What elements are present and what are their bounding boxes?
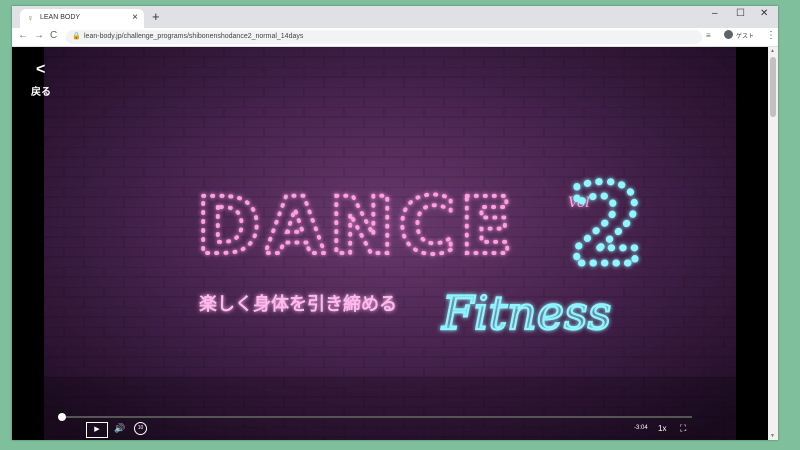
back-nav-icon[interactable]: ← (18, 30, 28, 41)
page-viewport: DANCE Vol 2 楽しく身体を引き締める Fitness < 戻る ▶ 🔊… (12, 47, 768, 440)
back-label: 戻る (31, 87, 51, 98)
scroll-up-icon[interactable]: ▲ (770, 48, 775, 54)
scroll-thumb[interactable] (770, 57, 776, 117)
browser-toolbar: ← → C 🔒 lean-body.jp/challenge_programs/… (12, 28, 778, 47)
new-tab-button[interactable]: + (152, 9, 160, 24)
volume-icon[interactable]: 🔊 (114, 423, 125, 434)
url-text[interactable]: lean-body.jp/challenge_programs/shibonen… (84, 33, 303, 40)
window-close-button[interactable]: ✕ (760, 8, 768, 19)
tab-title: LEAN BODY (40, 14, 81, 21)
address-bar[interactable]: 🔒 lean-body.jp/challenge_programs/shibon… (66, 30, 702, 44)
play-button[interactable]: ▶ (86, 422, 108, 438)
video-artwork: DANCE Vol 2 楽しく身体を引き締める Fitness (44, 47, 736, 440)
progress-knob[interactable] (58, 413, 66, 421)
scroll-down-icon[interactable]: ▼ (770, 433, 775, 439)
tab-close-icon[interactable]: × (132, 12, 138, 23)
time-remaining: -3:04 (634, 425, 648, 431)
profile-label: ゲスト (736, 34, 755, 40)
subtitle-jp: 楽しく身体を引き締める (199, 293, 397, 315)
reload-icon[interactable]: C (50, 30, 57, 41)
video-frame[interactable]: DANCE Vol 2 楽しく身体を引き締める Fitness (44, 47, 736, 440)
tab-lean-body[interactable]: ♀ LEAN BODY × (20, 9, 144, 28)
playback-speed-button[interactable]: 1x (658, 424, 666, 433)
back-button[interactable]: < 戻る (28, 61, 58, 101)
tab-bar: ♀ LEAN BODY × + – ☐ ✕ (12, 6, 778, 28)
favicon-icon: ♀ (27, 13, 34, 23)
avatar-icon (724, 30, 733, 39)
page-scrollbar[interactable]: ▲ ▼ (768, 47, 778, 440)
skip-forward-10-button[interactable]: 10 (134, 422, 147, 435)
back-chevron-icon: < (36, 61, 46, 78)
reading-list-icon[interactable]: ≡ (706, 31, 711, 40)
dance-title: DANCE (196, 182, 517, 272)
forward-nav-icon[interactable]: → (34, 30, 44, 41)
maximize-button[interactable]: ☐ (736, 8, 745, 19)
fitness-script: Fitness (441, 286, 611, 340)
fullscreen-icon[interactable]: ⛶ (680, 423, 686, 434)
progress-bar[interactable] (58, 413, 692, 421)
video-controls: ▶ 🔊 10 -3:04 1x ⛶ (44, 410, 736, 440)
menu-kebab-icon[interactable]: ⋮ (766, 30, 776, 41)
browser-window: ♀ LEAN BODY × + – ☐ ✕ ← → C 🔒 lean-body.… (12, 6, 778, 440)
profile-button[interactable]: ゲスト (724, 30, 764, 42)
lock-icon: 🔒 (72, 33, 81, 40)
vol-number: 2 (568, 161, 645, 289)
minimize-button[interactable]: – (712, 8, 718, 19)
